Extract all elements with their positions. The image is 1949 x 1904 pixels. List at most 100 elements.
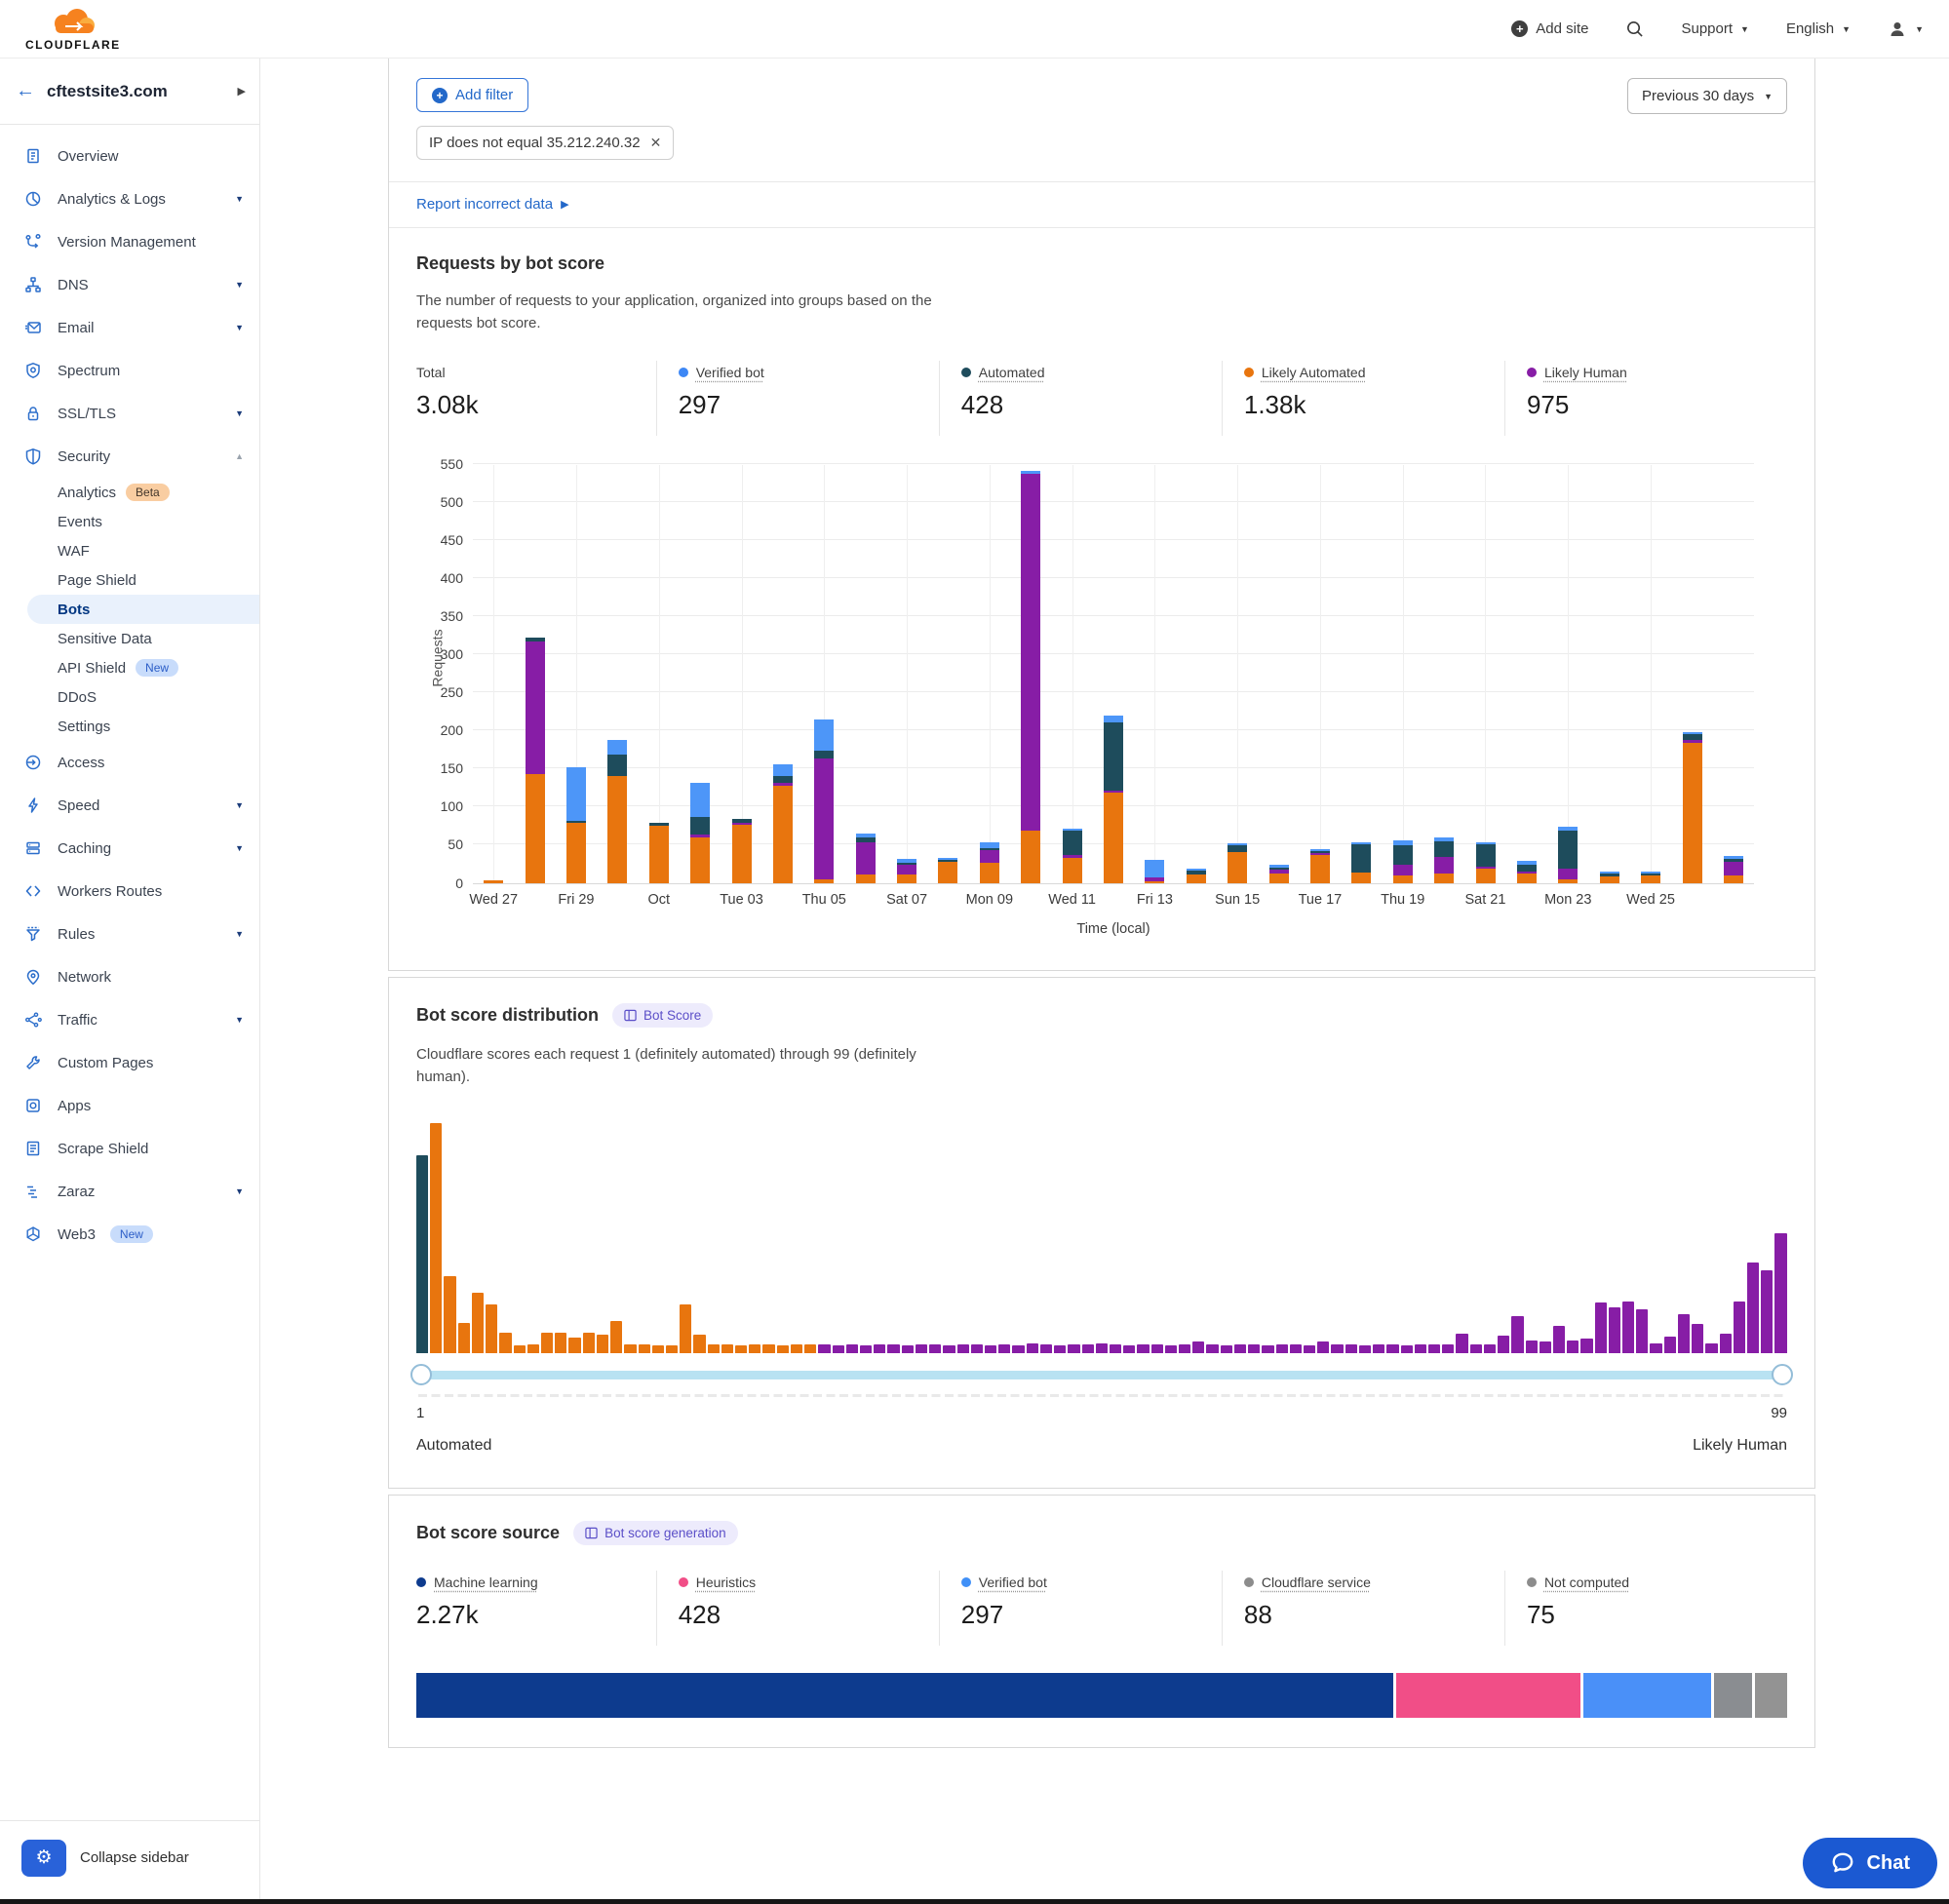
bar-day-27[interactable] (1547, 827, 1588, 882)
gear-icon[interactable]: ⚙ (21, 1840, 66, 1877)
bar-stack (1269, 865, 1289, 883)
sidebar-item-analytics-logs[interactable]: Analytics & Logs▼ (0, 177, 259, 220)
account-menu[interactable]: ▼ (1888, 19, 1924, 39)
search-button[interactable] (1625, 19, 1644, 38)
bar-day-31[interactable] (1713, 856, 1754, 882)
bar-day-24[interactable] (1423, 837, 1464, 883)
bar-day-23[interactable] (1383, 840, 1423, 883)
bar-day-26[interactable] (1506, 861, 1547, 882)
segment-likely-automated (1517, 874, 1537, 882)
bar-day-29[interactable] (1630, 872, 1671, 883)
bar-day-5[interactable] (639, 823, 680, 883)
date-range-select[interactable]: Previous 30 days ▼ (1627, 78, 1787, 114)
bar-day-20[interactable] (1258, 865, 1299, 883)
bot-score-doc-badge[interactable]: Bot Score (612, 1003, 713, 1028)
stat-label[interactable]: Heuristics (696, 1574, 756, 1590)
bar-day-19[interactable] (1217, 843, 1258, 882)
bot-score-generation-doc-badge[interactable]: Bot score generation (573, 1521, 738, 1545)
close-icon[interactable]: ✕ (650, 135, 662, 151)
sidebar-item-waf[interactable]: WAF (0, 536, 259, 565)
bar-day-12[interactable] (927, 858, 968, 883)
chat-button[interactable]: Chat (1803, 1838, 1937, 1888)
requests-plot-area[interactable]: 050100150200250300350400450500550 (473, 465, 1754, 884)
slider-handle-max[interactable] (1772, 1364, 1793, 1385)
sidebar-item-web3[interactable]: Web3New (0, 1213, 259, 1256)
bar-day-2[interactable] (514, 638, 555, 883)
sidebar-item-page-shield[interactable]: Page Shield (0, 565, 259, 595)
bar-day-11[interactable] (886, 859, 927, 883)
add-filter-button[interactable]: + Add filter (416, 78, 528, 112)
score-bar-40 (957, 1344, 969, 1353)
sidebar-item-api-shield[interactable]: API ShieldNew (0, 653, 259, 682)
stat-label[interactable]: Not computed (1544, 1574, 1629, 1590)
stat-label[interactable]: Likely Automated (1262, 365, 1366, 380)
sidebar-item-analytics[interactable]: AnalyticsBeta (0, 478, 259, 507)
bar-day-21[interactable] (1300, 849, 1341, 882)
language-menu[interactable]: English ▼ (1786, 20, 1851, 37)
bot-score-histogram[interactable] (416, 1117, 1787, 1353)
bar-day-17[interactable] (1134, 860, 1175, 883)
bar-day-10[interactable] (845, 834, 886, 882)
add-site-button[interactable]: + Add site (1511, 20, 1588, 37)
bar-day-4[interactable] (597, 740, 638, 882)
bar-day-22[interactable] (1341, 842, 1382, 882)
bar-day-7[interactable] (721, 819, 761, 883)
stat-label[interactable]: Verified bot (696, 365, 764, 380)
sidebar-item-network[interactable]: Network (0, 955, 259, 998)
sidebar-item-bots[interactable]: Bots (27, 595, 259, 624)
site-name[interactable]: cftestsite3.com (47, 82, 168, 101)
sidebar-item-version-management[interactable]: Version Management (0, 220, 259, 263)
sidebar-item-sensitive-data[interactable]: Sensitive Data (0, 624, 259, 653)
bar-day-9[interactable] (803, 719, 844, 882)
sidebar-item-scrape-shield[interactable]: Scrape Shield (0, 1127, 259, 1170)
bar-day-14[interactable] (1010, 471, 1051, 882)
source-stacked-bar[interactable] (416, 1673, 1787, 1718)
sidebar-item-dns[interactable]: DNS▼ (0, 263, 259, 306)
back-arrow-icon[interactable]: ← (16, 80, 35, 102)
sidebar-item-caching[interactable]: Caching▼ (0, 827, 259, 870)
bar-day-8[interactable] (762, 764, 803, 882)
sidebar-item-events[interactable]: Events (0, 507, 259, 536)
sidebar-item-security[interactable]: Security▲ (0, 435, 259, 478)
collapse-sidebar-label[interactable]: Collapse sidebar (80, 1849, 189, 1866)
slider-track[interactable] (418, 1371, 1785, 1379)
slider-handle-min[interactable] (410, 1364, 432, 1385)
stat-label[interactable]: Cloudflare service (1262, 1574, 1371, 1590)
sidebar-item-speed[interactable]: Speed▼ (0, 784, 259, 827)
cloudflare-logo[interactable]: CLOUDFLARE (25, 8, 121, 52)
bar-day-6[interactable] (680, 783, 721, 882)
sidebar-item-custom-pages[interactable]: Custom Pages (0, 1041, 259, 1084)
bar-day-1[interactable] (473, 880, 514, 882)
report-incorrect-data-link[interactable]: Report incorrect data ▶ (416, 196, 569, 213)
requests-stats-row: Total3.08kVerified bot297Automated428Lik… (416, 361, 1787, 436)
sidebar-item-ddos[interactable]: DDoS (0, 682, 259, 712)
sidebar-item-apps[interactable]: Apps (0, 1084, 259, 1127)
bar-day-30[interactable] (1671, 732, 1712, 882)
stat-label[interactable]: Machine learning (434, 1574, 538, 1590)
bar-day-18[interactable] (1176, 869, 1217, 883)
chevron-down-icon: ▼ (235, 280, 244, 290)
bar-day-3[interactable] (556, 767, 597, 882)
sidebar-item-workers-routes[interactable]: Workers Routes (0, 870, 259, 913)
sidebar-item-spectrum[interactable]: Spectrum (0, 349, 259, 392)
sidebar-item-ssl-tls[interactable]: SSL/TLS▼ (0, 392, 259, 435)
apps-icon (23, 1096, 43, 1115)
bar-day-13[interactable] (969, 842, 1010, 883)
stat-label[interactable]: Automated (979, 365, 1045, 380)
sidebar-item-email[interactable]: Email▼ (0, 306, 259, 349)
sidebar-item-overview[interactable]: Overview (0, 135, 259, 177)
sidebar-item-settings[interactable]: Settings (0, 712, 259, 741)
stat-label[interactable]: Verified bot (979, 1574, 1047, 1590)
bar-day-16[interactable] (1093, 716, 1134, 882)
support-menu[interactable]: Support ▼ (1681, 20, 1748, 37)
stat-label[interactable]: Likely Human (1544, 365, 1627, 380)
bar-day-15[interactable] (1051, 829, 1092, 883)
bar-day-25[interactable] (1464, 842, 1505, 883)
sidebar-item-rules[interactable]: Rules▼ (0, 913, 259, 955)
sidebar-item-access[interactable]: Access (0, 741, 259, 784)
x-axis-tick: Thu 05 (802, 892, 846, 908)
sidebar-item-zaraz[interactable]: Zaraz▼ (0, 1170, 259, 1213)
bar-day-28[interactable] (1589, 872, 1630, 882)
sidebar-item-traffic[interactable]: Traffic▼ (0, 998, 259, 1041)
chevron-right-icon[interactable]: ▶ (238, 85, 246, 97)
